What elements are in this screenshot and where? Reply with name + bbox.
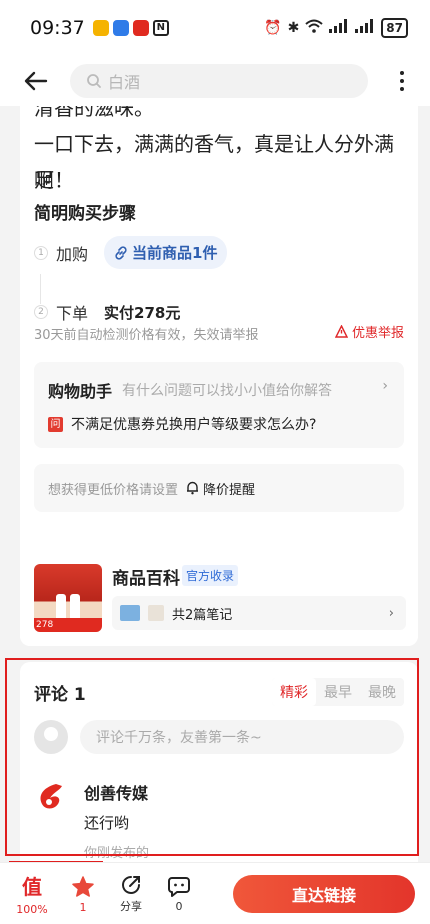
comment-count: 0 — [175, 899, 183, 913]
search-icon — [87, 74, 101, 88]
favorite-button[interactable]: 1 — [68, 863, 98, 924]
search-input[interactable]: 白酒 — [70, 64, 368, 98]
assistant-question[interactable]: 问 不满足优惠券兑换用户等级要求怎么办? — [48, 414, 316, 434]
worth-percent: 100% — [16, 902, 48, 916]
product-thumbnail[interactable]: 278 — [34, 564, 102, 632]
news-app-icon — [132, 20, 149, 36]
comments-section: 评论 1 精彩 最早 最晚 评论千万条，友善第一条~ 创善传媒 还行哟 你刚发布… — [20, 662, 418, 862]
price-drop-alert-button[interactable]: 降价提醒 — [186, 479, 255, 498]
star-icon — [72, 875, 94, 897]
browser-app-icon — [112, 20, 129, 36]
article-line: 清香的滋味。 — [34, 106, 154, 120]
user-logo-icon[interactable] — [36, 782, 66, 812]
tab-latest[interactable]: 最晚 — [360, 678, 404, 706]
price-alert-row: 想获得更低价格请设置 降价提醒 — [34, 464, 404, 512]
notes-count: 共2篇笔记 — [172, 607, 233, 623]
step-label: 加购 — [56, 244, 89, 264]
bell-icon — [187, 481, 199, 495]
step-label: 下单 — [56, 304, 89, 323]
comment-sort-tabs: 精彩 最早 最晚 — [272, 678, 404, 706]
comment-username[interactable]: 创善传媒 — [84, 780, 148, 804]
tab-featured[interactable]: 精彩 — [272, 678, 316, 706]
share-button[interactable]: 分享 — [116, 863, 146, 924]
chevron-right-icon: › — [388, 605, 394, 621]
comment-button[interactable]: 0 — [164, 863, 194, 924]
status-bar: 09:37 N ⏰ ✱ 87 — [0, 0, 430, 56]
comments-title: 评论 1 — [34, 685, 86, 705]
status-indicators: ⏰ ✱ 87 — [264, 18, 408, 38]
comment-time: 你刚发布的 — [84, 846, 150, 861]
wifi-icon — [305, 19, 323, 37]
question-badge: 问 — [48, 416, 63, 432]
share-icon — [122, 876, 140, 894]
product-wiki-card[interactable]: 278 商品百科 官方收录 共2篇笔记 › — [20, 550, 418, 646]
bottom-action-bar: 值 100% 1 分享 0 直达链接 — [0, 862, 430, 924]
article-line: 啊！ — [34, 168, 74, 192]
battery-indicator: 87 — [381, 18, 408, 38]
step-order: 2 下单 实付278元 — [34, 300, 180, 324]
current-item-label: 当前商品1件 — [132, 244, 218, 262]
assistant-subtitle: 有什么问题可以找小小值给你解答 — [122, 383, 332, 399]
link-icon — [115, 245, 127, 260]
worth-icon: 值 — [22, 874, 42, 899]
avatar — [34, 720, 68, 754]
signal-icon — [329, 19, 349, 37]
comment-input[interactable]: 评论千万条，友善第一条~ — [80, 720, 404, 754]
more-dot-icon — [400, 79, 404, 83]
notes-link[interactable]: 共2篇笔记 › — [112, 596, 406, 630]
current-item-chip[interactable]: 当前商品1件 — [104, 236, 228, 269]
status-time: 09:37 — [30, 17, 85, 39]
warning-icon — [334, 325, 348, 338]
step-number: 1 — [34, 245, 48, 260]
worth-button[interactable]: 值 100% — [12, 863, 52, 924]
note-thumbnail — [120, 605, 140, 621]
status-app-icons: N — [92, 20, 169, 36]
note-thumbnail — [148, 605, 164, 621]
official-badge: 官方收录 — [182, 565, 239, 586]
comment-input-placeholder: 评论千万条，友善第一条~ — [96, 730, 262, 746]
direct-link-button[interactable]: 直达链接 — [233, 875, 415, 913]
step-price: 实付278元 — [104, 303, 181, 322]
nav-bar: 白酒 — [0, 56, 430, 106]
share-label: 分享 — [120, 900, 142, 913]
thumbnail-price-tag: 278 — [34, 618, 102, 632]
price-detect-note: 30天前自动检测价格有效，失效请举报 — [34, 328, 259, 343]
nfc-icon: N — [152, 20, 169, 36]
tab-earliest[interactable]: 最早 — [316, 678, 360, 706]
content-scroll-area[interactable]: 清香的滋味。 一口下去，满满的香气，真是让人分外满足 啊！ 简明购买步骤 1 加… — [0, 106, 430, 862]
step-add-cart: 1 加购 当前商品1件 — [34, 236, 228, 269]
step-number: 2 — [34, 305, 48, 319]
comment-text: 还行哟 — [84, 814, 130, 832]
wiki-title: 商品百科 — [112, 569, 180, 589]
comment-icon — [168, 876, 190, 897]
back-arrow-icon — [24, 71, 48, 91]
search-placeholder: 白酒 — [108, 73, 141, 92]
chevron-right-icon: › — [382, 378, 388, 394]
shopping-assistant-panel[interactable]: 购物助手 有什么问题可以找小小值给你解答 › 问 不满足优惠券兑换用户等级要求怎… — [34, 362, 404, 448]
alarm-icon: ⏰ — [264, 20, 282, 36]
price-alert-text: 想获得更低价格请设置 — [48, 482, 179, 498]
price-alert-label: 降价提醒 — [203, 482, 256, 498]
steps-title: 简明购买步骤 — [34, 204, 136, 224]
signal-icon — [355, 19, 375, 37]
email-app-icon — [92, 20, 109, 36]
more-options-button[interactable] — [390, 61, 414, 101]
bluetooth-icon: ✱ — [287, 20, 300, 36]
back-button[interactable] — [16, 61, 56, 101]
assistant-title: 购物助手 — [48, 382, 113, 401]
more-dot-icon — [400, 71, 404, 75]
favorite-count: 1 — [79, 900, 87, 914]
report-deal-button[interactable]: 优惠举报 — [334, 322, 404, 341]
report-label: 优惠举报 — [351, 326, 404, 341]
question-text: 不满足优惠券兑换用户等级要求怎么办? — [71, 417, 317, 433]
more-dot-icon — [400, 87, 404, 91]
